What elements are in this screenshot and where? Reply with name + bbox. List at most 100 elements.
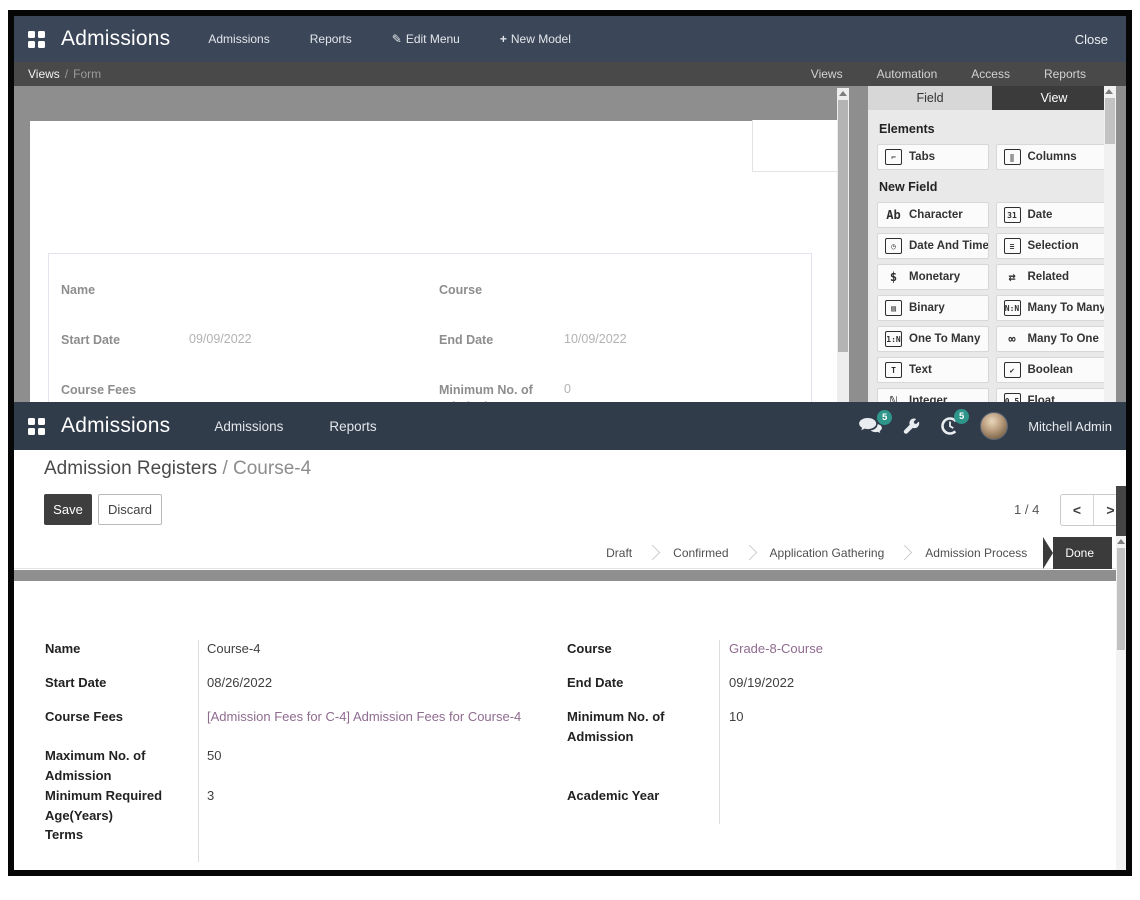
studio-tab-views[interactable]: Views (811, 67, 843, 81)
record-breadcrumb: Admission Registers / Course-4 (44, 458, 311, 480)
min-required-age-field-value[interactable]: 3 (207, 786, 214, 806)
new-field-many2many-button[interactable]: N:NMany To Many (996, 295, 1108, 321)
sidebar-scrollbar-thumb[interactable] (1105, 98, 1115, 144)
pager-counter: 1 / 4 (1014, 502, 1039, 517)
name-field-label: Name (45, 639, 197, 659)
preview-end-date-label[interactable]: End Date (439, 332, 557, 349)
start-date-field-value[interactable]: 08/26/2022 (207, 673, 272, 693)
preview-course-fees-label[interactable]: Course Fees (61, 382, 179, 399)
app-menu-admissions[interactable]: Admissions (214, 419, 283, 434)
stage-application-gathering[interactable]: Application Gathering (764, 546, 891, 560)
many2many-icon: N:N (1004, 300, 1021, 316)
preview-course-label[interactable]: Course (439, 282, 557, 299)
new-field-boolean-button[interactable]: ✔Boolean (996, 357, 1108, 383)
new-field-integer-button[interactable]: ℕInteger (877, 388, 989, 402)
apps-grid-icon[interactable] (28, 31, 45, 48)
name-field-value[interactable]: Course-4 (207, 639, 260, 659)
pencil-icon: ✎ (392, 32, 402, 46)
messages-badge: 5 (877, 410, 892, 425)
scroll-up-arrow-icon (839, 91, 847, 96)
activities-clock-icon[interactable]: 5 (940, 416, 960, 436)
app-scrollbar-thumb-dark[interactable] (1116, 486, 1126, 536)
breadcrumb-form: Form (73, 67, 101, 81)
apps-grid-icon[interactable] (28, 418, 45, 435)
studio-close-button[interactable]: Close (1075, 32, 1108, 47)
app-menu-reports[interactable]: Reports (329, 419, 376, 434)
element-columns-button[interactable]: ‖Columns (996, 144, 1108, 170)
stage-confirmed[interactable]: Confirmed (667, 546, 734, 560)
new-field-text-button[interactable]: TText (877, 357, 989, 383)
chevron-separator-icon (741, 545, 757, 561)
new-field-character-button[interactable]: AbCharacter (877, 202, 989, 228)
preview-min-admission-value[interactable]: 0 (564, 382, 571, 396)
form-editor-canvas: Name Course Start Date 09/09/2022 End Da… (14, 86, 1126, 402)
screenshot-root: Admissions Admissions Reports ✎Edit Menu… (0, 0, 1140, 900)
studio-tab-automation[interactable]: Automation (877, 67, 938, 81)
sidebar-tab-field[interactable]: Field (868, 86, 992, 110)
breadcrumb-parent[interactable]: Admission Registers (44, 458, 217, 479)
preview-min-admission-label[interactable]: Minimum No. of Admission (439, 382, 551, 402)
text-document-icon: T (885, 362, 902, 378)
new-field-selection-button[interactable]: ≡Selection (996, 233, 1108, 259)
stage-done-active[interactable]: Done (1053, 537, 1112, 569)
wrench-icon[interactable] (903, 418, 920, 435)
studio-sidebar: Field View Elements ⌐Tabs ‖Columns New F… (868, 86, 1116, 402)
stage-admission-process[interactable]: Admission Process (919, 546, 1033, 560)
editor-scrollbar[interactable] (837, 88, 849, 402)
save-button[interactable]: Save (44, 494, 92, 525)
sidebar-scrollbar[interactable] (1104, 86, 1116, 402)
studio-menu-reports[interactable]: Reports (310, 32, 352, 46)
app-brand: Admissions (61, 414, 170, 438)
new-field-float-button[interactable]: 0.5Float (996, 388, 1108, 402)
studio-menu-admissions[interactable]: Admissions (208, 32, 269, 46)
new-field-date-button[interactable]: 31Date (996, 202, 1108, 228)
new-field-many2one-button[interactable]: ∞Many To One (996, 326, 1108, 352)
user-name[interactable]: Mitchell Admin (1028, 419, 1112, 434)
max-admission-field-value[interactable]: 50 (207, 746, 221, 766)
preview-start-date-label[interactable]: Start Date (61, 332, 179, 349)
breadcrumb-views[interactable]: Views (28, 67, 60, 81)
new-field-related-button[interactable]: ⇄Related (996, 264, 1108, 290)
columns-icon: ‖ (1004, 149, 1021, 165)
calendar-clock-icon: ◷ (885, 238, 902, 254)
studio-app-brand: Admissions (61, 27, 170, 51)
element-tabs-button[interactable]: ⌐Tabs (877, 144, 989, 170)
editor-scrollbar-thumb[interactable] (838, 100, 848, 352)
new-field-datetime-button[interactable]: ◷Date And Time (877, 233, 989, 259)
studio-tab-access[interactable]: Access (971, 67, 1010, 81)
new-field-monetary-button[interactable]: $Monetary (877, 264, 989, 290)
image-icon: ▨ (885, 300, 902, 316)
edit-menu-button[interactable]: ✎Edit Menu (392, 32, 460, 46)
messages-icon[interactable]: 5 (858, 417, 883, 436)
course-fees-field-label: Course Fees (45, 707, 197, 727)
min-admission-field-value[interactable]: 10 (729, 707, 743, 727)
form-sheet: Name Course Start Date 09/09/2022 End Da… (30, 121, 845, 402)
activities-badge: 5 (954, 409, 969, 424)
new-field-binary-button[interactable]: ▨Binary (877, 295, 989, 321)
course-field-value[interactable]: Grade-8-Course (729, 639, 823, 659)
statusbar: Draft Confirmed Application Gathering Ad… (14, 537, 1116, 569)
course-fees-field-value[interactable]: [Admission Fees for C-4] Admission Fees … (207, 707, 521, 727)
course-field-label: Course (567, 639, 719, 659)
preview-name-label[interactable]: Name (61, 282, 179, 299)
checkbox-icon: ✔ (1004, 362, 1021, 378)
app-scrollbar[interactable] (1116, 486, 1126, 870)
end-date-field-value[interactable]: 09/19/2022 (729, 673, 794, 693)
discard-button[interactable]: Discard (98, 494, 162, 525)
stage-draft[interactable]: Draft (600, 546, 638, 560)
preview-start-date-value[interactable]: 09/09/2022 (189, 332, 252, 346)
studio-tab-reports[interactable]: Reports (1044, 67, 1086, 81)
terms-field-label: Terms (45, 825, 197, 845)
app-scrollbar-thumb[interactable] (1117, 548, 1125, 650)
new-field-one2many-button[interactable]: 1:NOne To Many (877, 326, 989, 352)
studio-window: Admissions Admissions Reports ✎Edit Menu… (14, 16, 1126, 402)
preview-end-date-value[interactable]: 10/09/2022 (564, 332, 627, 346)
chevron-separator-icon (897, 545, 913, 561)
pager-previous-button[interactable]: < (1061, 495, 1094, 525)
content-divider-strip (14, 570, 1126, 581)
user-avatar[interactable] (980, 412, 1008, 440)
new-model-button[interactable]: +New Model (500, 32, 571, 46)
breadcrumb-current: Course-4 (233, 458, 311, 479)
sidebar-tab-view[interactable]: View (992, 86, 1116, 110)
min-required-age-field-label: Minimum Required Age(Years) (45, 786, 197, 825)
